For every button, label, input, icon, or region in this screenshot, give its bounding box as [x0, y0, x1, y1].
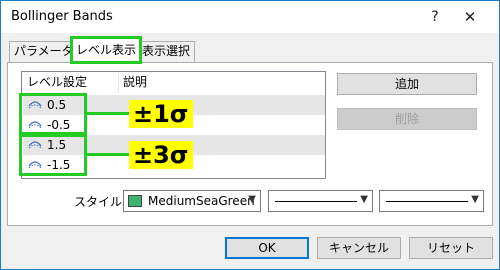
- reset-button[interactable]: リセット: [409, 237, 493, 259]
- color-swatch: [128, 195, 142, 207]
- annotation-3sigma: ±3σ: [129, 141, 193, 169]
- color-select[interactable]: MediumSeaGreen ▼: [123, 190, 261, 212]
- help-button[interactable]: ?: [423, 7, 447, 27]
- highlight-box-3sigma: [19, 134, 87, 176]
- tab-level-display[interactable]: レベル表示: [69, 36, 143, 64]
- chevron-down-icon: ▼: [248, 194, 256, 205]
- chevron-down-icon: ▼: [471, 194, 479, 205]
- close-button[interactable]: ✕: [457, 7, 483, 27]
- line-style-sample: [275, 201, 357, 202]
- cancel-button[interactable]: キャンセル: [317, 237, 401, 259]
- dialog-window: Bollinger Bands ? ✕ パラメーター レベル表示 表示選択 レベ…: [0, 0, 500, 270]
- delete-button[interactable]: 削除: [337, 108, 477, 130]
- annotation-1sigma: ±1σ: [129, 100, 193, 128]
- chevron-down-icon: ▼: [360, 194, 368, 205]
- line-style-select[interactable]: ▼: [268, 190, 373, 212]
- add-button[interactable]: 追加: [337, 73, 477, 95]
- line-width-select[interactable]: ▼: [379, 190, 484, 212]
- color-select-value: MediumSeaGreen: [148, 194, 255, 208]
- title-bar[interactable]: Bollinger Bands ? ✕: [1, 1, 499, 33]
- line-width-sample: [386, 201, 468, 202]
- highlight-connector-3sigma: [87, 153, 129, 156]
- highlight-connector-1sigma: [87, 112, 129, 115]
- column-header-level[interactable]: レベル設定: [23, 73, 119, 92]
- window-title: Bollinger Bands: [11, 9, 113, 24]
- ok-button[interactable]: OK: [225, 237, 309, 259]
- highlight-box-1sigma: [19, 93, 87, 135]
- tab-display-selection[interactable]: 表示選択: [137, 41, 196, 62]
- column-header-description[interactable]: 説明: [119, 73, 325, 92]
